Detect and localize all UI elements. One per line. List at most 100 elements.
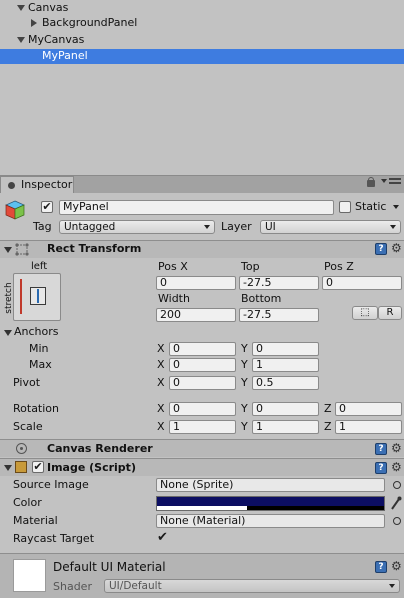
z-label: Z: [324, 420, 332, 433]
layer-label: Layer: [221, 220, 252, 233]
help-book-icon[interactable]: ?: [375, 243, 387, 255]
anchor-left-marker: [20, 279, 22, 314]
material-preview-thumbnail: [13, 559, 46, 592]
color-label: Color: [13, 496, 42, 509]
color-swatch[interactable]: [156, 496, 385, 511]
eyedropper-icon[interactable]: [390, 495, 402, 511]
help-book-icon[interactable]: ?: [375, 561, 387, 573]
rect-transform-header[interactable]: Rect Transform ? ⚙: [0, 241, 404, 258]
image-component-icon: [15, 461, 27, 473]
y-label: Y: [241, 376, 248, 389]
source-image-field[interactable]: None (Sprite): [156, 478, 385, 492]
object-picker-icon[interactable]: [393, 517, 401, 525]
hierarchy-selected-row[interactable]: MyPanel: [0, 49, 404, 64]
anchor-min-y-input[interactable]: 0: [252, 342, 319, 356]
shader-dropdown-value: UI/Default: [109, 580, 162, 592]
pivot-label: Pivot: [13, 376, 41, 389]
x-label: X: [157, 420, 165, 433]
pos-x-label: Pos X: [158, 260, 188, 273]
gear-icon[interactable]: ⚙: [391, 461, 402, 473]
canvas-renderer-header[interactable]: Canvas Renderer ? ⚙: [0, 440, 404, 457]
pivot-y-input[interactable]: 0.5: [252, 376, 319, 390]
material-label: Material: [13, 514, 58, 527]
anchors-label: Anchors: [14, 325, 59, 338]
x-label: X: [157, 402, 165, 415]
pos-z-label: Pos Z: [324, 260, 354, 273]
shader-dropdown[interactable]: UI/Default: [104, 579, 400, 593]
menu-icon[interactable]: [389, 178, 401, 180]
anchor-min-x-input[interactable]: 0: [169, 342, 236, 356]
gear-icon[interactable]: ⚙: [391, 442, 402, 454]
scale-z-input[interactable]: 1: [335, 420, 402, 434]
chevron-down-icon: [204, 225, 210, 229]
color-swatch-fill: [157, 497, 384, 506]
pos-z-input[interactable]: 0: [322, 276, 402, 290]
anchor-presets-button[interactable]: [13, 273, 61, 321]
expand-arrow-icon[interactable]: [17, 37, 25, 43]
scale-y-input[interactable]: 1: [252, 420, 319, 434]
fold-arrow-icon[interactable]: [4, 465, 12, 471]
hierarchy-item-mycanvas[interactable]: MyCanvas: [28, 33, 84, 47]
anchors-fold-arrow-icon[interactable]: [4, 330, 12, 336]
material-field[interactable]: None (Material): [156, 514, 385, 528]
fold-arrow-icon[interactable]: [4, 247, 12, 253]
z-label: Z: [324, 402, 332, 415]
static-checkbox[interactable]: [339, 201, 351, 213]
raw-edit-button[interactable]: R: [378, 306, 402, 320]
chevron-down-icon: [389, 584, 395, 588]
width-input[interactable]: 200: [156, 308, 236, 322]
layer-dropdown[interactable]: UI: [260, 220, 401, 234]
hierarchy-item-canvas[interactable]: Canvas: [28, 1, 68, 15]
gameobject-cube-icon: [4, 199, 26, 221]
rotation-x-input[interactable]: 0: [169, 402, 236, 416]
rotation-z-input[interactable]: 0: [335, 402, 402, 416]
raycast-target-checkbox[interactable]: ✔: [157, 531, 171, 545]
gear-icon[interactable]: ⚙: [391, 560, 402, 572]
y-label: Y: [241, 358, 248, 371]
tag-dropdown[interactable]: Untagged: [59, 220, 215, 234]
anchor-max-label: Max: [29, 358, 52, 371]
anchor-max-x-input[interactable]: 0: [169, 358, 236, 372]
top-input[interactable]: -27.5: [239, 276, 319, 290]
raycast-target-label: Raycast Target: [13, 532, 95, 545]
rotation-y-input[interactable]: 0: [252, 402, 319, 416]
hierarchy-item-mypanel[interactable]: MyPanel: [42, 49, 88, 63]
tag-dropdown-value: Untagged: [64, 221, 116, 233]
chevron-down-icon: [390, 225, 396, 229]
pos-x-input[interactable]: 0: [156, 276, 236, 290]
gameobject-active-checkbox[interactable]: ✔: [41, 201, 53, 213]
collapse-arrow-icon[interactable]: [31, 19, 37, 27]
menu-icon-bar: [389, 182, 401, 184]
tab-inspector[interactable]: Inspector: [0, 176, 74, 194]
image-script-title: Image (Script): [47, 461, 136, 474]
x-label: X: [157, 342, 165, 355]
rect-transform-title: Rect Transform: [47, 242, 142, 255]
gameobject-name-input[interactable]: MyPanel: [59, 200, 334, 215]
static-dropdown-arrow-icon[interactable]: [393, 205, 399, 209]
help-book-icon[interactable]: ?: [375, 443, 387, 455]
tab-inspector-label: Inspector: [21, 178, 73, 191]
help-book-icon[interactable]: ?: [375, 462, 387, 474]
info-icon: [8, 182, 15, 189]
hierarchy-panel: Canvas BackgroundPanel MyCanvas MyPanel: [0, 0, 404, 175]
image-script-header[interactable]: ✔ Image (Script) ? ⚙: [0, 459, 404, 476]
menu-arrow-icon[interactable]: [381, 179, 387, 183]
bottom-label: Bottom: [241, 292, 282, 305]
image-enabled-checkbox[interactable]: ✔: [32, 461, 44, 473]
scale-x-input[interactable]: 1: [169, 420, 236, 434]
blueprint-mode-button[interactable]: ⬚: [352, 306, 378, 320]
hierarchy-item-backgroundpanel[interactable]: BackgroundPanel: [42, 16, 137, 30]
rotation-label: Rotation: [13, 402, 60, 415]
material-section: Default UI Material Shader UI/Default ? …: [0, 554, 404, 598]
lock-shackle-icon: [368, 177, 374, 182]
expand-arrow-icon[interactable]: [17, 5, 25, 11]
bottom-input[interactable]: -27.5: [239, 308, 319, 322]
anchor-min-label: Min: [29, 342, 49, 355]
pivot-x-input[interactable]: 0: [169, 376, 236, 390]
y-label: Y: [241, 402, 248, 415]
object-picker-icon[interactable]: [393, 481, 401, 489]
anchor-max-y-input[interactable]: 1: [252, 358, 319, 372]
gear-icon[interactable]: ⚙: [391, 242, 402, 254]
anchor-stretch-arrow-icon: [37, 289, 39, 303]
alpha-bar: [157, 506, 247, 510]
